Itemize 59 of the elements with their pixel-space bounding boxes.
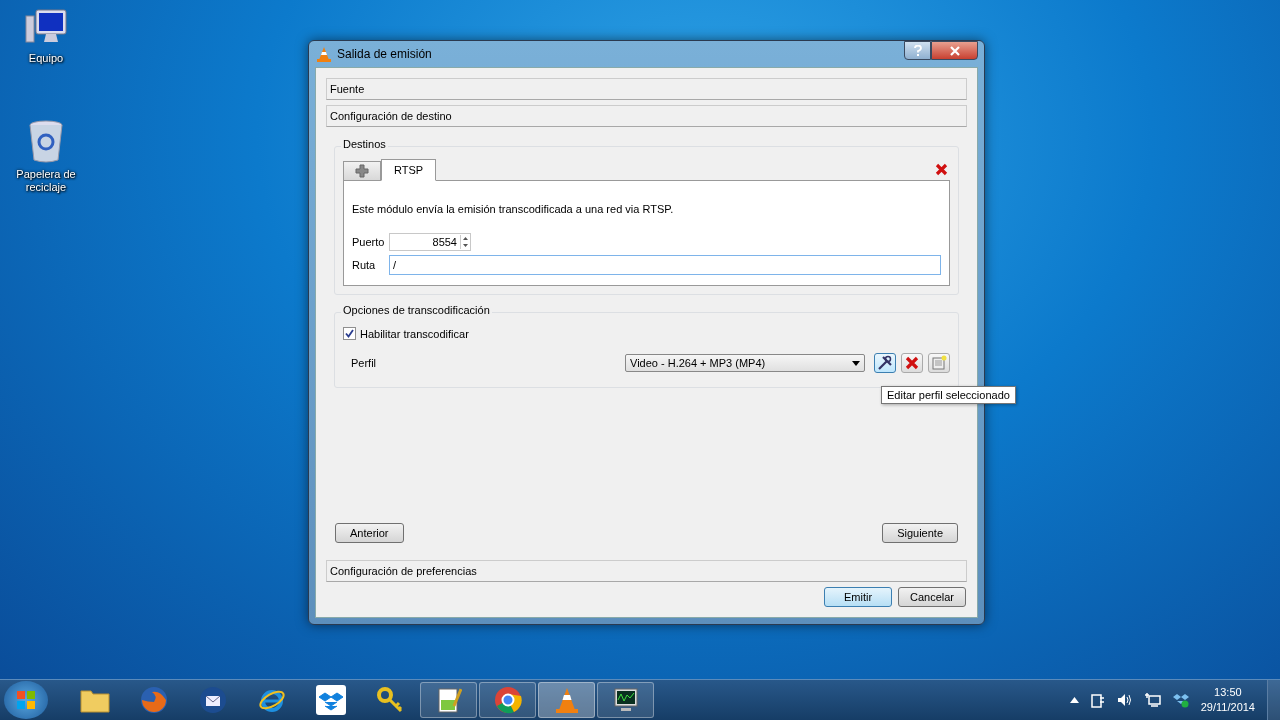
dialog-button[interactable]: Emitir <box>824 587 892 607</box>
close-button[interactable] <box>931 41 978 60</box>
profile-label: Perfil <box>351 357 378 369</box>
wizard-nav-button[interactable]: Siguiente <box>882 523 958 543</box>
window-title: Salida de emisión <box>337 47 432 61</box>
group-title: Destinos <box>341 138 388 150</box>
destination-tab[interactable]: RTSP <box>381 159 437 181</box>
dropdown-arrow-icon <box>852 360 860 366</box>
traffic-cone-icon <box>317 46 331 62</box>
taskbar-app-button[interactable] <box>597 682 654 718</box>
delete-icon <box>905 356 919 370</box>
module-description: Este módulo envía la emisión transcodificada a una red via RTSP. <box>352 203 675 215</box>
spin-arrows-icon[interactable] <box>460 235 470 249</box>
section-header[interactable]: Configuración de preferencias <box>326 560 967 582</box>
question-mark-icon <box>913 45 922 56</box>
power-plug-icon[interactable] <box>1090 692 1105 708</box>
port-spinbox[interactable]: 8554 <box>389 233 471 251</box>
add-destination-tab[interactable] <box>343 161 381 180</box>
traffic-cone-icon <box>553 686 580 714</box>
section-header[interactable]: Fuente <box>326 78 967 100</box>
wizard-nav-button[interactable]: Anterior <box>335 523 404 543</box>
notepad-icon <box>435 686 462 714</box>
clock-date: 29/11/2014 <box>1200 700 1255 715</box>
tooltip: Editar perfil seleccionado <box>881 386 1016 404</box>
new-document-icon <box>931 355 947 371</box>
show-hidden-icons-icon[interactable] <box>1069 697 1079 703</box>
port-label: Puerto <box>352 236 386 248</box>
key-icon <box>375 686 404 714</box>
enable-transcode-checkbox[interactable] <box>343 327 356 340</box>
desktop-icon-label: Papelera de reciclaje <box>15 168 77 194</box>
clock-time: 13:50 <box>1214 685 1242 700</box>
tools-icon <box>877 355 893 371</box>
path-input-field[interactable]: / <box>389 255 941 275</box>
delete-icon[interactable] <box>935 163 948 176</box>
network-icon[interactable] <box>1144 693 1161 707</box>
path-label: Ruta <box>352 259 377 271</box>
recycle-bin-icon[interactable] <box>28 120 64 164</box>
chrome-ball-icon <box>493 686 522 714</box>
clock[interactable]: 13:50 29/11/2014 <box>1200 685 1255 715</box>
help-button[interactable] <box>904 41 931 60</box>
close-icon <box>949 45 960 56</box>
folder-icon <box>79 687 110 713</box>
volume-icon[interactable] <box>1116 693 1133 707</box>
taskbar-app-button[interactable] <box>479 682 536 718</box>
section-header[interactable]: Configuración de destino <box>326 105 967 127</box>
open-box-icon <box>315 685 346 715</box>
profile-dropdown[interactable]: Video - H.264 + MP3 (MP4) <box>625 354 865 372</box>
taskbar-app-button[interactable] <box>420 682 477 718</box>
plus-icon <box>355 164 369 178</box>
fox-globe-icon <box>139 686 168 714</box>
windows-logo-icon <box>16 690 36 710</box>
start-button[interactable] <box>4 681 48 719</box>
group-title: Opciones de transcodificación <box>341 304 492 316</box>
checkbox-label: Habilitar transcodificar <box>360 327 469 340</box>
desktop-icon-label: Equipo <box>27 52 65 65</box>
dialog-button[interactable]: Cancelar <box>898 587 966 607</box>
delete-profile-button[interactable] <box>901 353 923 373</box>
edit-profile-button[interactable] <box>874 353 896 373</box>
box-sync-icon[interactable] <box>1172 692 1189 708</box>
